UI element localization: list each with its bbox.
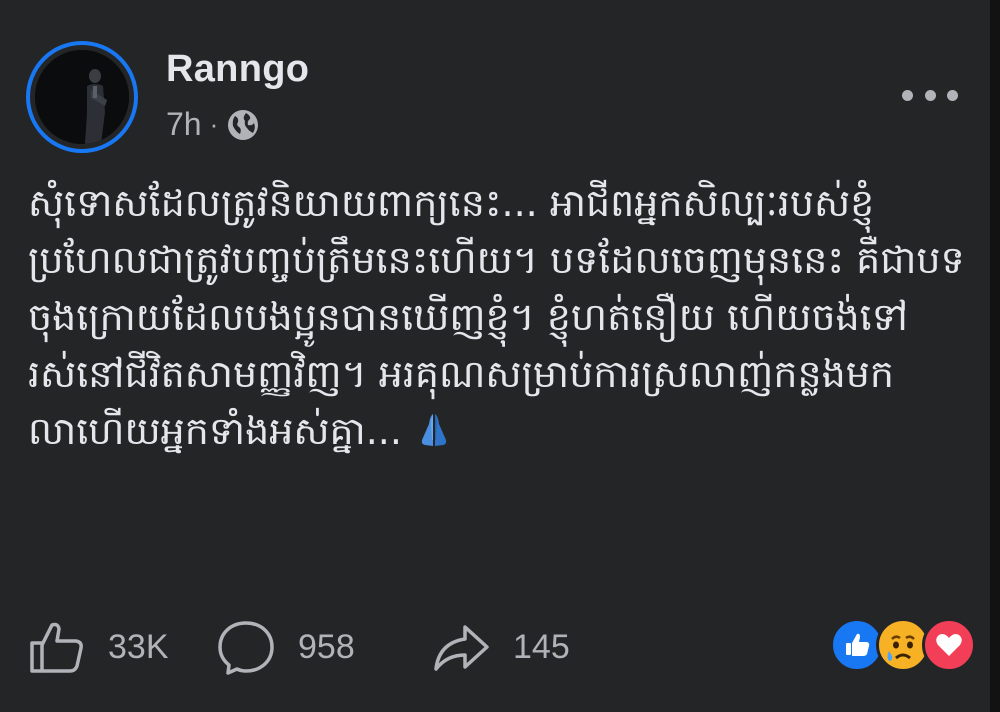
- post-actions: 33K 958 145: [26, 615, 601, 679]
- comment-count: 958: [298, 627, 355, 666]
- post-time[interactable]: 7h: [166, 106, 202, 143]
- more-dot-icon: [947, 89, 958, 101]
- share-count: 145: [513, 627, 570, 666]
- folded-hands-emoji-icon: [414, 409, 454, 449]
- like-count: 33K: [108, 627, 169, 666]
- reactions-summary[interactable]: [830, 617, 976, 673]
- post-meta: 7h ·: [166, 106, 260, 143]
- window-edge: [990, 0, 1000, 712]
- post-text: សុំទោសដែលត្រូវនិយាយពាក្យនេះ... អាជីពអ្នក…: [28, 181, 965, 453]
- avatar-image: [35, 50, 129, 144]
- more-options-button[interactable]: [902, 80, 958, 110]
- meta-separator: ·: [209, 109, 219, 139]
- post-text-container: សុំទោសដែលត្រូវនិយាយពាក្យនេះ... អាជីពអ្នក…: [28, 175, 978, 460]
- author-name[interactable]: Ranngo: [166, 48, 309, 91]
- like-button[interactable]: 33K: [26, 617, 216, 677]
- like-icon: [30, 622, 83, 673]
- avatar[interactable]: [35, 50, 129, 144]
- more-dot-icon: [924, 89, 936, 101]
- globe-icon[interactable]: [226, 108, 260, 142]
- share-button[interactable]: 145: [431, 617, 601, 677]
- comment-button[interactable]: 958: [216, 617, 431, 677]
- comment-icon: [218, 621, 274, 675]
- more-dot-icon: [902, 89, 913, 101]
- post-card: Ranngo 7h · សុំទោសដែលត្រូវនិយាយពាក្យនេះ.…: [0, 0, 1000, 712]
- love-reaction-icon: [922, 618, 976, 672]
- share-icon: [434, 625, 489, 671]
